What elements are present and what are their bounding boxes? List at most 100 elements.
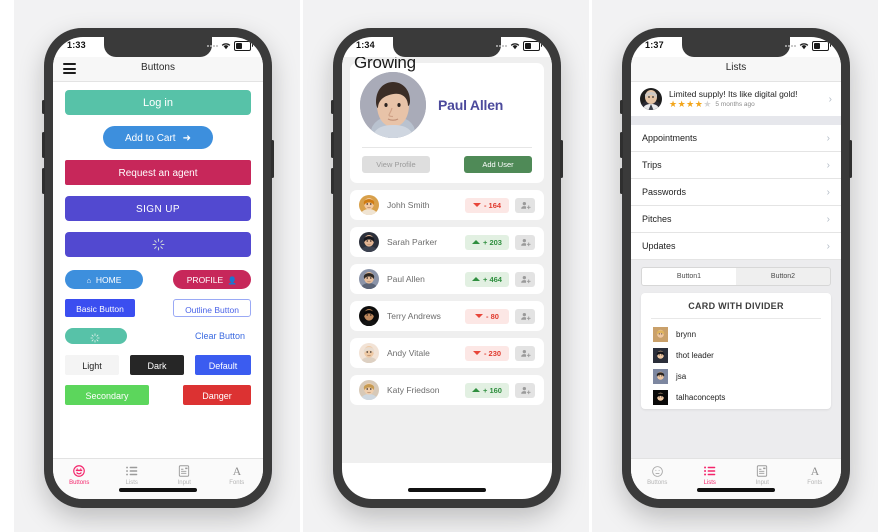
page-title: Growing	[354, 57, 416, 72]
profile-name: Paul Allen	[438, 97, 504, 113]
card-row[interactable]: brynn	[641, 325, 831, 346]
request-agent-button[interactable]: Request an agent	[65, 160, 251, 185]
phone-power-button	[849, 140, 852, 178]
avatar	[359, 232, 379, 252]
tab-label: Buttons	[647, 480, 668, 486]
list-item[interactable]: Trips ›	[631, 152, 841, 179]
card-row[interactable]: thot leader	[641, 346, 831, 367]
avatar	[359, 380, 379, 400]
dark-button[interactable]: Dark	[130, 355, 184, 375]
change-badge: - 230	[465, 345, 509, 361]
tab-lists[interactable]: Lists	[684, 459, 737, 499]
user-name: Paul Allen	[387, 274, 425, 284]
tab-label: Input	[177, 480, 191, 486]
user-name: Terry Andrews	[387, 311, 441, 321]
tab-buttons[interactable]: Buttons	[53, 459, 106, 499]
login-button[interactable]: Log in	[65, 90, 251, 115]
add-user-button[interactable]	[515, 234, 535, 250]
phone-volume-down-button	[331, 168, 334, 194]
list-item[interactable]: Updates ›	[631, 233, 841, 260]
spinner-icon	[152, 238, 165, 251]
list-item[interactable]: Appointments ›	[631, 125, 841, 152]
add-user-button[interactable]	[515, 382, 535, 398]
smiley-icon	[72, 464, 86, 478]
outline-button[interactable]: Outline Button	[173, 299, 251, 317]
change-badge: + 464	[465, 271, 509, 287]
add-user-button[interactable]	[515, 308, 535, 324]
tab-label: Lists	[703, 480, 716, 486]
tab-fonts[interactable]: A Fonts	[789, 459, 842, 499]
card-divider	[362, 147, 532, 148]
basic-outline-row: Basic Button Outline Button	[65, 299, 251, 317]
screenshot-canvas: 1:33 Buttons Log in Add to Cart ➜ Reques…	[0, 0, 887, 532]
star-icon: ★	[703, 99, 712, 110]
phone1-navbar: Buttons	[53, 57, 263, 82]
change-badge: + 203	[465, 234, 509, 250]
clear-button[interactable]: Clear Button	[189, 330, 251, 342]
clipboard-icon	[177, 464, 191, 478]
phone-volume-down-button	[42, 168, 45, 194]
profile-card: Paul Allen View Profile Add User	[350, 63, 544, 183]
phone-side-button	[42, 100, 45, 114]
tab-buttons[interactable]: Buttons	[631, 459, 684, 499]
list-item[interactable]: Pitches ›	[631, 206, 841, 233]
user-name: Johh Smith	[387, 200, 430, 210]
phone-volume-down-button	[620, 168, 623, 194]
card-row[interactable]: jsa	[641, 367, 831, 388]
phone3-navbar: Lists	[631, 57, 841, 82]
avatar	[640, 88, 662, 110]
list-item-label: Updates	[642, 241, 676, 251]
phone-power-button	[271, 140, 274, 178]
phone3-screen: 1:37 Lists Limited supply! Its like digi…	[631, 37, 841, 499]
user-row[interactable]: Paul Allen + 464	[350, 264, 544, 294]
review-row[interactable]: Limited supply! Its like digital gold! ★…	[631, 82, 841, 116]
loading-pill-button[interactable]	[65, 328, 127, 344]
triangle-up-icon	[472, 277, 480, 281]
sign-up-button[interactable]: SIGN UP	[65, 196, 251, 221]
add-to-cart-button[interactable]: Add to Cart ➜	[103, 126, 213, 149]
user-row[interactable]: Johh Smith - 164	[350, 190, 544, 220]
home-icon: ⌂	[86, 276, 92, 285]
change-badge: - 80	[465, 308, 509, 324]
add-user-button[interactable]: Add User	[464, 156, 532, 173]
user-row[interactable]: Sarah Parker + 203	[350, 227, 544, 257]
tab-label: Lists	[125, 480, 138, 486]
segmented-control: Button1 Button2	[641, 267, 831, 286]
pill-button-row: ⌂ HOME PROFILE 👤	[65, 270, 251, 289]
section-gap	[631, 116, 841, 125]
loading-button[interactable]	[65, 232, 251, 257]
light-button[interactable]: Light	[65, 355, 119, 375]
user-row[interactable]: Andy Vitale - 230	[350, 338, 544, 368]
list-item-label: Appointments	[642, 133, 698, 143]
card-row-label: brynn	[676, 330, 697, 339]
star-icon: ★	[686, 99, 695, 110]
view-profile-button[interactable]: View Profile	[362, 156, 430, 173]
avatar	[359, 343, 379, 363]
default-button[interactable]: Default	[195, 355, 251, 375]
phone1-content: Log in Add to Cart ➜ Request an agent SIG…	[53, 82, 263, 464]
secondary-button[interactable]: Secondary	[65, 385, 149, 405]
card-row[interactable]: talhaconcepts	[641, 388, 831, 409]
tab-input[interactable]: Input	[736, 459, 789, 499]
home-button[interactable]: ⌂ HOME	[65, 270, 143, 289]
add-user-button[interactable]	[515, 197, 535, 213]
basic-button[interactable]: Basic Button	[65, 299, 135, 317]
tab-fonts[interactable]: A Fonts	[211, 459, 264, 499]
star-icon: ★	[694, 99, 703, 110]
letter-a-icon: A	[808, 464, 822, 478]
clipboard-icon	[755, 464, 769, 478]
segment-option[interactable]: Button2	[736, 268, 830, 285]
person-icon: 👤	[227, 276, 238, 285]
card-row-label: jsa	[676, 372, 687, 381]
danger-button[interactable]: Danger	[183, 385, 251, 405]
tab-lists[interactable]: Lists	[106, 459, 159, 499]
smiley-icon	[651, 464, 664, 478]
add-user-button[interactable]	[515, 345, 535, 361]
user-row[interactable]: Terry Andrews - 80	[350, 301, 544, 331]
list-item[interactable]: Passwords ›	[631, 179, 841, 206]
user-row[interactable]: Katy Friedson + 160	[350, 375, 544, 405]
tab-input[interactable]: Input	[158, 459, 211, 499]
profile-button[interactable]: PROFILE 👤	[173, 270, 251, 289]
add-user-button[interactable]	[515, 271, 535, 287]
segment-option[interactable]: Button1	[642, 268, 736, 285]
